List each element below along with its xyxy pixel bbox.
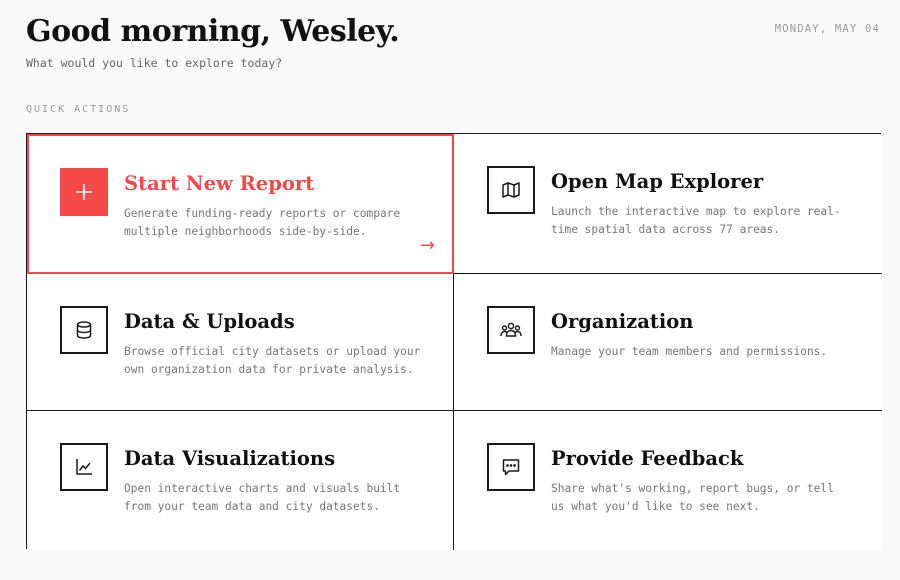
database-icon: [60, 306, 108, 354]
organization-card[interactable]: Organization Manage your team members an…: [454, 274, 882, 411]
section-label-quick-actions: QUICK ACTIONS: [26, 104, 131, 115]
card-description: Open interactive charts and visuals buil…: [124, 482, 401, 513]
card-description: Launch the interactive map to explore re…: [551, 205, 841, 236]
message-icon: [487, 443, 535, 491]
open-map-explorer-card[interactable]: Open Map Explorer Launch the interactive…: [454, 134, 882, 274]
start-new-report-card[interactable]: Start New Report Generate funding-ready …: [27, 134, 454, 274]
team-icon: [487, 306, 535, 354]
card-description: Browse official city datasets or upload …: [124, 345, 421, 376]
data-uploads-card[interactable]: Data & Uploads Browse official city data…: [27, 274, 454, 411]
card-title: Organization: [551, 310, 694, 333]
quick-actions-grid: Start New Report Generate funding-ready …: [26, 133, 882, 550]
provide-feedback-card[interactable]: Provide Feedback Share what's working, r…: [454, 411, 882, 550]
arrow-right-icon: →: [419, 235, 435, 256]
date-label: MONDAY, MAY 04: [774, 23, 880, 35]
data-visualizations-card[interactable]: Data Visualizations Open interactive cha…: [27, 411, 454, 550]
card-title: Data & Uploads: [124, 310, 295, 333]
plus-icon: [60, 168, 108, 216]
greeting-title: Good morning, Wesley.: [26, 14, 400, 49]
card-title: Start New Report: [124, 172, 315, 195]
chart-icon: [60, 443, 108, 491]
card-title: Data Visualizations: [124, 447, 336, 470]
card-description: Generate funding-ready reports or compar…: [124, 207, 401, 238]
card-title: Provide Feedback: [551, 447, 744, 470]
map-icon: [487, 166, 535, 214]
greeting-subtitle: What would you like to explore today?: [26, 56, 283, 70]
card-description: Share what's working, report bugs, or te…: [551, 482, 834, 513]
card-title: Open Map Explorer: [551, 170, 764, 193]
card-description: Manage your team members and permissions…: [551, 345, 828, 358]
